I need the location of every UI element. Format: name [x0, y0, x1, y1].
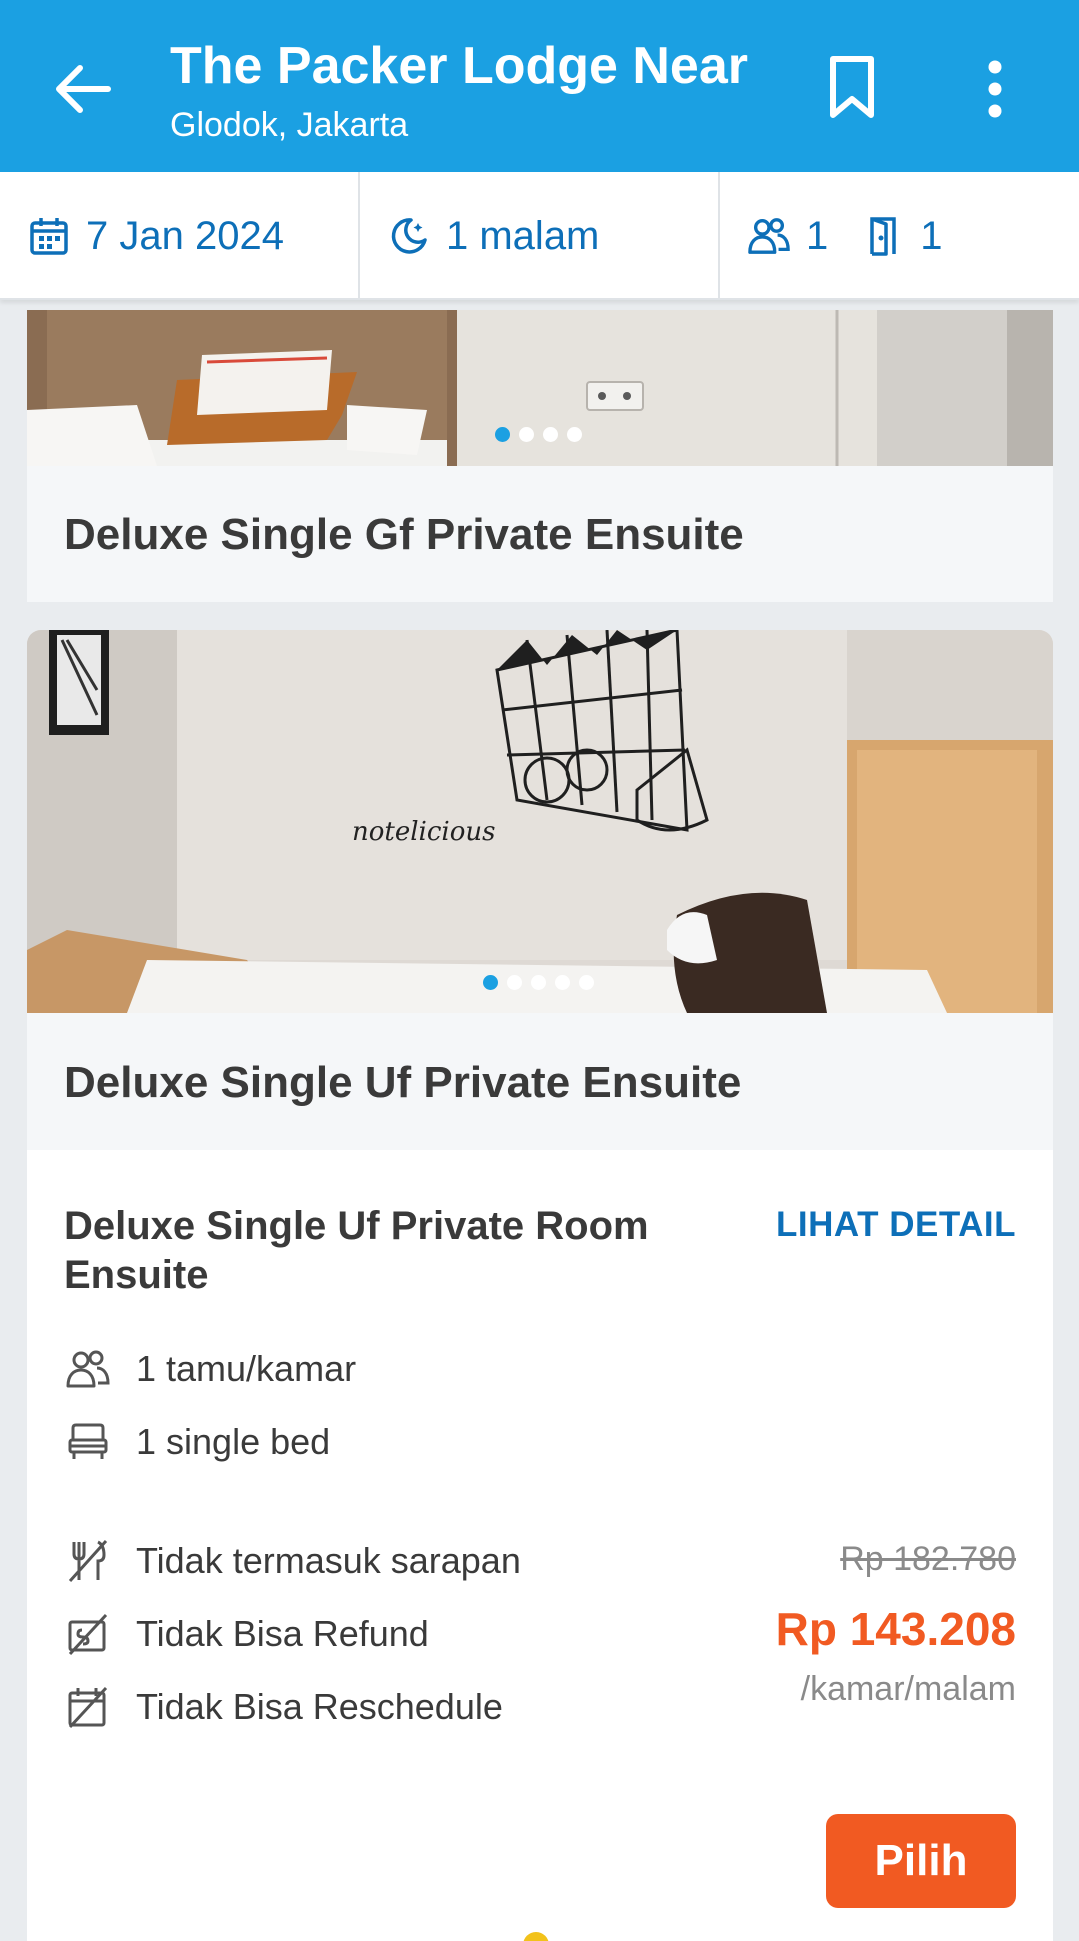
pager-dot [531, 975, 546, 990]
price-unit: /kamar/malam [800, 1670, 1016, 1708]
discounted-price: Rp 143.208 [775, 1603, 1016, 1655]
room-photo[interactable] [27, 310, 1053, 466]
pager-dot [519, 427, 534, 442]
rate-name: Deluxe Single Uf Private Room Ensuite [64, 1204, 649, 1297]
nights-count: 1 malam [446, 213, 600, 258]
bookmark-icon[interactable] [822, 52, 882, 122]
calendar-icon [28, 215, 70, 257]
room-title: Deluxe Single Uf Private Ensuite [64, 1058, 742, 1107]
see-detail-link[interactable]: LIHAT DETAIL [776, 1205, 1016, 1245]
guests-rooms-segment[interactable]: 1 1 [720, 172, 1079, 300]
room-card[interactable]: Deluxe Single Gf Private Ensuite [27, 310, 1053, 602]
hotel-title: The Packer Lodge Near [170, 37, 748, 95]
original-price: Rp 182.780 [840, 1540, 1016, 1578]
guest-count: 1 [806, 213, 829, 258]
guest-capacity: 1 tamu/kamar [64, 1345, 356, 1393]
moon-icon [388, 215, 430, 257]
app-bar: The Packer Lodge Near Glodok, Jakarta [0, 0, 1079, 172]
back-arrow-icon[interactable] [52, 58, 114, 120]
no-breakfast-icon [64, 1537, 112, 1585]
bed-icon [64, 1418, 112, 1466]
guests-icon [748, 215, 790, 257]
checkin-date-segment[interactable]: 7 Jan 2024 [0, 172, 360, 300]
photo-caption-text: notelicious [352, 817, 495, 847]
room-card[interactable]: notelicious Deluxe Single Uf Private Ens… [27, 630, 1053, 1941]
guest-capacity-text: 1 tamu/kamar [136, 1348, 357, 1389]
room-count: 1 [920, 213, 943, 258]
pager-dot [567, 427, 582, 442]
reschedule-policy: Tidak Bisa Reschedule [64, 1683, 503, 1731]
search-summary-bar: 7 Jan 2024 1 malam 1 1 [0, 172, 1079, 300]
no-refund-icon [64, 1610, 112, 1658]
room-title: Deluxe Single Gf Private Ensuite [64, 510, 744, 559]
door-icon [862, 215, 904, 257]
pager-dot [507, 975, 522, 990]
select-room-button[interactable]: Pilih [826, 1814, 1016, 1908]
no-reschedule-icon [64, 1683, 112, 1731]
pager-dot [495, 427, 510, 442]
pager-dot [483, 975, 498, 990]
pager-dot [543, 427, 558, 442]
bed-type: 1 single bed [64, 1418, 330, 1466]
breakfast-text: Tidak termasuk sarapan [136, 1540, 521, 1581]
reschedule-text: Tidak Bisa Reschedule [136, 1686, 503, 1727]
checkin-date: 7 Jan 2024 [86, 213, 284, 258]
guests-icon [64, 1345, 112, 1393]
refund-text: Tidak Bisa Refund [136, 1613, 429, 1654]
photo-pager [483, 975, 594, 990]
room-photo[interactable]: notelicious [27, 630, 1053, 1013]
photo-pager [495, 427, 582, 442]
hotel-location: Glodok, Jakarta [170, 106, 409, 144]
bed-type-text: 1 single bed [136, 1421, 331, 1462]
pager-dot [579, 975, 594, 990]
duration-segment[interactable]: 1 malam [360, 172, 720, 300]
breakfast-info: Tidak termasuk sarapan [64, 1537, 521, 1585]
more-options-icon[interactable] [970, 56, 1020, 122]
refund-policy: Tidak Bisa Refund [64, 1610, 429, 1658]
pager-dot [555, 975, 570, 990]
